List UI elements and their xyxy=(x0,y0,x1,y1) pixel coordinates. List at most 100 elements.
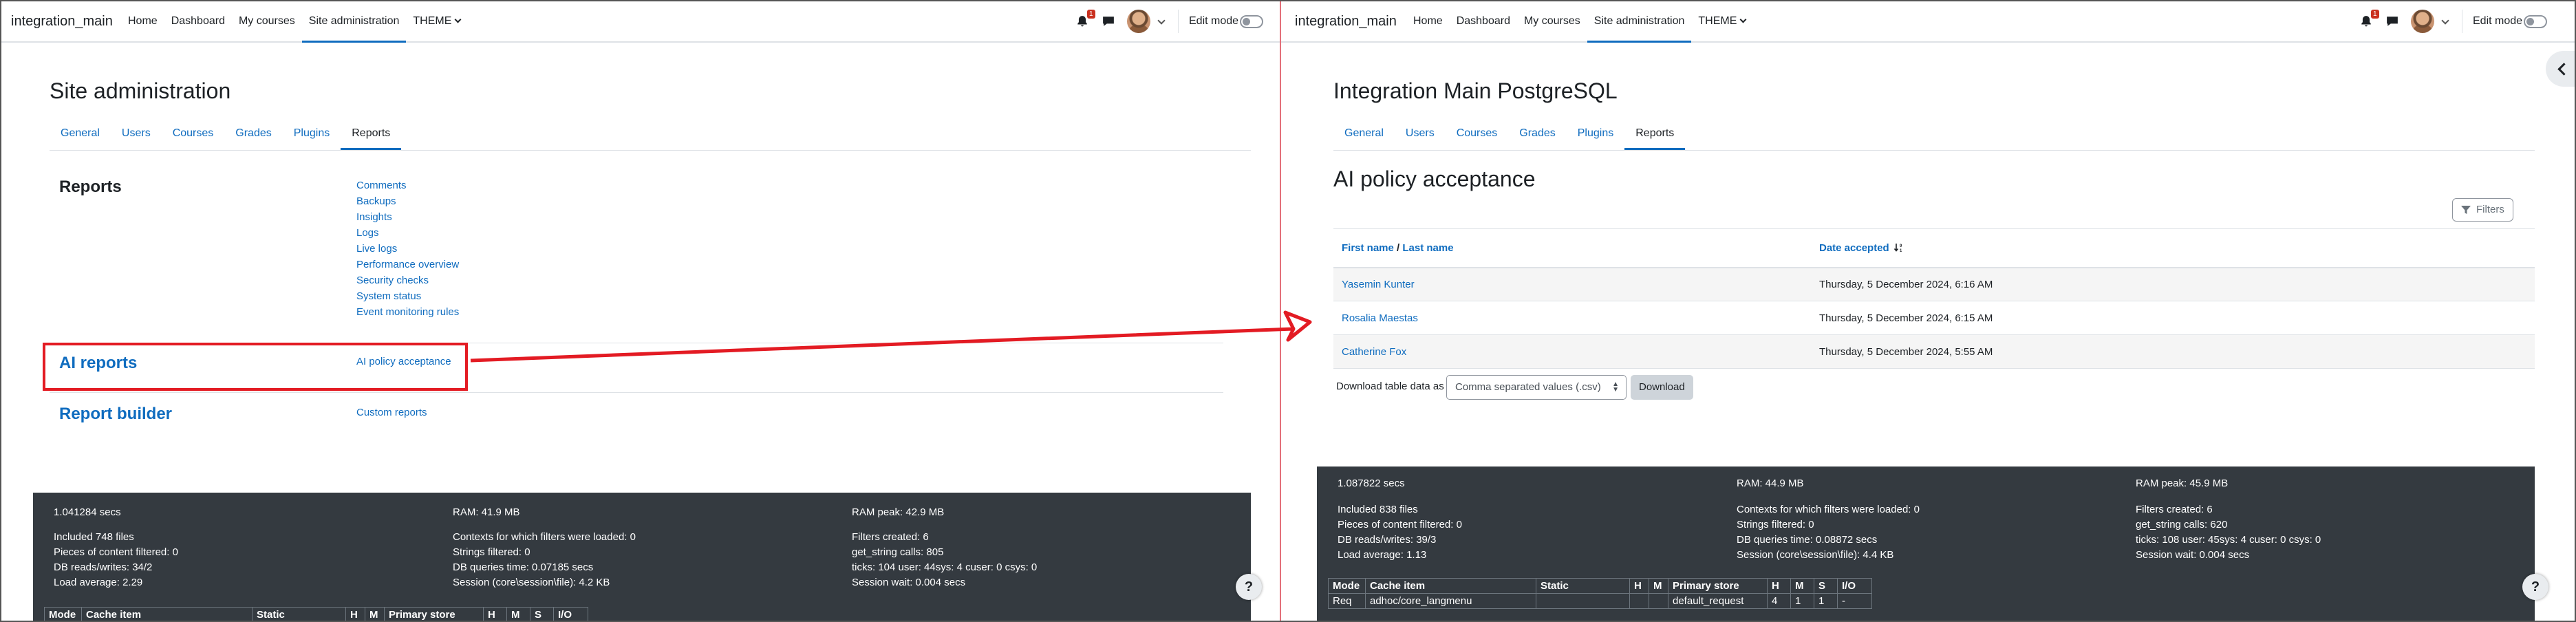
performance-footer: 1.041284 secs Included 748 files Pieces … xyxy=(33,493,1251,622)
footer-stat: Session (core\session\file): 4.2 KB xyxy=(453,577,610,588)
chevron-down-icon[interactable] xyxy=(2441,17,2449,25)
filters-button[interactable]: Filters xyxy=(2452,198,2513,222)
user-name-link[interactable]: Yasemin Kunter xyxy=(1333,267,1811,301)
table-row: Yasemin Kunter Thursday, 5 December 2024… xyxy=(1333,267,2535,301)
col-header: M xyxy=(365,607,385,622)
sort-last-name[interactable]: Last name xyxy=(1402,242,1453,254)
cache-cell: adhoc/core_langmenu xyxy=(1365,593,1536,609)
user-name-link[interactable]: Rosalia Maestas xyxy=(1333,301,1811,335)
chat-icon[interactable] xyxy=(1102,16,1115,27)
nav-my-courses[interactable]: My courses xyxy=(232,0,302,43)
nav-theme[interactable]: THEME xyxy=(1691,0,1752,43)
link-live-logs[interactable]: Live logs xyxy=(356,241,459,257)
link-logs[interactable]: Logs xyxy=(356,225,459,241)
notification-badge: 1 xyxy=(2371,10,2379,19)
nav-site-administration[interactable]: Site administration xyxy=(301,0,407,43)
nav-site-administration[interactable]: Site administration xyxy=(1587,0,1692,43)
footer-stat: Contexts for which filters were loaded: … xyxy=(453,531,636,543)
link-comments[interactable]: Comments xyxy=(356,178,459,193)
user-name-link[interactable]: Catherine Fox xyxy=(1333,334,1811,369)
link-insights[interactable]: Insights xyxy=(356,209,459,225)
select-arrows-icon: ▲ ▼ xyxy=(1612,380,1619,394)
footer-stat: Load average: 2.29 xyxy=(54,577,143,588)
link-system-status[interactable]: System status xyxy=(356,288,459,304)
nav-dashboard[interactable]: Dashboard xyxy=(1450,0,1517,43)
chevron-down-icon[interactable] xyxy=(1157,17,1166,25)
help-button[interactable]: ? xyxy=(2522,574,2548,600)
svg-text:9: 9 xyxy=(1900,244,1902,248)
footer-stat: DB reads/writes: 39/3 xyxy=(1338,534,1437,546)
footer-stat: Pieces of content filtered: 0 xyxy=(1338,519,1462,530)
col-header: M xyxy=(1649,578,1668,594)
nav-home[interactable]: Home xyxy=(121,0,164,43)
tab-plugins[interactable]: Plugins xyxy=(283,117,341,150)
link-event-monitoring-rules[interactable]: Event monitoring rules xyxy=(356,304,459,320)
footer-stat: Included 838 files xyxy=(1338,504,1418,515)
nav-theme[interactable]: THEME xyxy=(406,0,467,43)
drawer-toggle-button[interactable] xyxy=(2546,51,2576,87)
col-header: I/O xyxy=(553,607,588,622)
tab-grades[interactable]: Grades xyxy=(1508,117,1566,150)
nav-dashboard[interactable]: Dashboard xyxy=(164,0,232,43)
chevron-down-icon xyxy=(454,16,462,23)
col-header: I/O xyxy=(1837,578,1872,594)
sort-date-accepted[interactable]: Date accepted xyxy=(1819,242,1889,254)
date-accepted: Thursday, 5 December 2024, 6:16 AM xyxy=(1811,267,2535,301)
download-label: Download table data as xyxy=(1336,380,1444,392)
highlight-box xyxy=(43,343,468,391)
avatar[interactable] xyxy=(1127,10,1150,33)
tab-reports[interactable]: Reports xyxy=(341,117,402,150)
link-custom-reports[interactable]: Custom reports xyxy=(356,405,427,420)
footer-stat: RAM peak: 42.9 MB xyxy=(852,506,945,518)
tab-general[interactable]: General xyxy=(1333,117,1395,150)
footer-stat: Pieces of content filtered: 0 xyxy=(54,546,178,558)
footer-stat: Filters created: 6 xyxy=(852,531,929,543)
footer-stat: Included 748 files xyxy=(54,531,134,543)
tab-courses[interactable]: Courses xyxy=(162,117,225,150)
sort-first-name[interactable]: First name xyxy=(1342,242,1394,254)
nav-home[interactable]: Home xyxy=(1406,0,1450,43)
col-header: Primary store xyxy=(1668,578,1768,594)
tab-general[interactable]: General xyxy=(50,117,111,150)
edit-mode-toggle[interactable] xyxy=(2524,15,2547,28)
link-security-checks[interactable]: Security checks xyxy=(356,272,459,288)
navbar: integration_main Home Dashboard My cours… xyxy=(1281,0,2576,43)
footer-stat: DB queries time: 0.08872 secs xyxy=(1737,534,1878,546)
section-title-report-builder[interactable]: Report builder xyxy=(59,405,172,424)
page-title: Integration Main PostgreSQL xyxy=(1333,78,1618,103)
help-button[interactable]: ? xyxy=(1236,574,1262,600)
footer-stat: Strings filtered: 0 xyxy=(453,546,530,558)
tab-courses[interactable]: Courses xyxy=(1446,117,1509,150)
tab-plugins[interactable]: Plugins xyxy=(1567,117,1624,150)
edit-mode-toggle[interactable] xyxy=(1240,15,1263,28)
footer-stat: Session wait: 0.004 secs xyxy=(852,577,966,588)
footer-stat: Session (core\session\file): 4.4 KB xyxy=(1737,549,1894,561)
date-accepted: Thursday, 5 December 2024, 5:55 AM xyxy=(1811,334,2535,369)
table-row: Catherine Fox Thursday, 5 December 2024,… xyxy=(1333,334,2535,369)
footer-stat: RAM peak: 45.9 MB xyxy=(2136,478,2229,489)
cache-cell xyxy=(1629,593,1649,609)
sort-desc-icon[interactable]: 91 xyxy=(1893,243,1905,253)
footer-stat: RAM: 41.9 MB xyxy=(453,506,520,518)
footer-stat: RAM: 44.9 MB xyxy=(1737,478,1804,489)
admin-tabs: General Users Courses Grades Plugins Rep… xyxy=(50,117,1251,151)
tab-grades[interactable]: Grades xyxy=(224,117,282,150)
chat-icon[interactable] xyxy=(2386,16,2398,27)
download-button[interactable]: Download xyxy=(1631,375,1693,400)
link-performance-overview[interactable]: Performance overview xyxy=(356,257,459,272)
left-screenshot: integration_main Home Dashboard My cours… xyxy=(0,0,1281,622)
tab-users[interactable]: Users xyxy=(111,117,162,150)
link-backups[interactable]: Backups xyxy=(356,193,459,209)
filter-icon xyxy=(2461,206,2471,214)
col-header: H xyxy=(345,607,365,622)
cache-cell: - xyxy=(1837,593,1872,609)
col-header-name: First name / Last name xyxy=(1333,228,1811,268)
avatar[interactable] xyxy=(2411,10,2434,33)
tab-reports[interactable]: Reports xyxy=(1624,117,1686,150)
tab-users[interactable]: Users xyxy=(1395,117,1446,150)
site-brand[interactable]: integration_main xyxy=(11,14,113,30)
site-brand[interactable]: integration_main xyxy=(1295,14,1397,30)
table-row: Rosalia Maestas Thursday, 5 December 202… xyxy=(1333,301,2535,335)
download-format-select[interactable]: Comma separated values (.csv) ▲ ▼ xyxy=(1446,375,1627,400)
nav-my-courses[interactable]: My courses xyxy=(1517,0,1587,43)
